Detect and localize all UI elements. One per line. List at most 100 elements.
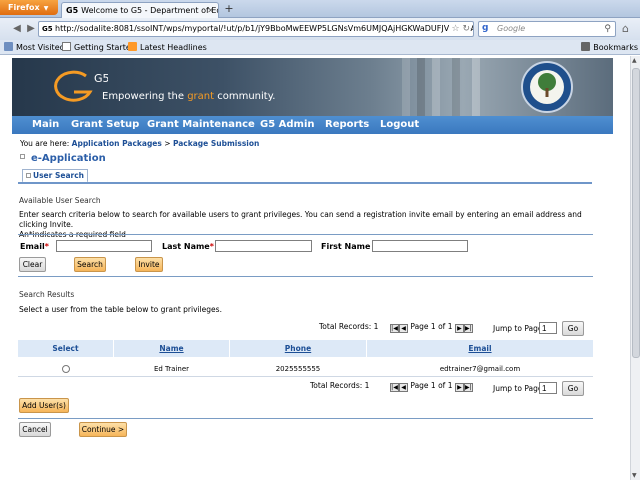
search-button[interactable]: Search — [74, 257, 106, 272]
department-seal-icon — [521, 61, 573, 113]
chevron-down-icon: ▼ — [43, 5, 49, 12]
menu-grant-setup[interactable]: Grant Setup — [71, 116, 139, 134]
cancel-button[interactable]: Cancel — [19, 422, 51, 437]
breadcrumb: You are here: Application Packages > Pac… — [20, 139, 260, 148]
url-bar[interactable]: G5 http://sodalite:8081/ssoINT/wps/mypor… — [38, 21, 474, 37]
divider — [18, 418, 593, 419]
pager: |◀ ◀ Page 1 of 1 ▶ ▶| — [390, 321, 473, 333]
scrollbar-thumb[interactable] — [632, 68, 640, 358]
clear-button[interactable]: Clear — [19, 257, 46, 272]
bookmarks-toolbar: Most Visited Getting Started Latest Head… — [0, 40, 640, 55]
search-placeholder: Google — [497, 24, 526, 33]
page-icon — [62, 42, 71, 51]
tagline: Empowering the grant community. — [102, 91, 276, 102]
last-name-label: Last Name* — [162, 242, 214, 251]
bookmarks-icon — [581, 42, 591, 51]
google-icon[interactable]: g — [482, 23, 493, 34]
pager-bottom: |◀ ◀ Page 1 of 1 ▶ ▶| — [390, 380, 473, 392]
last-page-icon[interactable]: ▶| — [463, 324, 473, 333]
tab-user-search[interactable]: User Search — [22, 169, 88, 183]
star-icon[interactable]: ☆ — [452, 24, 460, 34]
scroll-down-icon[interactable]: ▼ — [632, 472, 637, 479]
reload-icon[interactable]: ↻ — [462, 24, 470, 34]
jump-to-page-input[interactable] — [539, 322, 557, 334]
total-records-bottom: Total Records: 1 — [310, 381, 370, 390]
next-page-icon[interactable]: ▶ — [454, 324, 464, 333]
menu-grant-maintenance[interactable]: Grant Maintenance — [147, 116, 255, 134]
browser-nav-bar: ◀ ▶ G5 http://sodalite:8081/ssoINT/wps/m… — [0, 18, 640, 40]
first-name-label: First Name — [321, 242, 371, 251]
divider — [18, 234, 593, 235]
column-name[interactable]: Name — [114, 340, 229, 357]
svg-text:G5: G5 — [94, 72, 108, 85]
browser-tab-bar: Firefox ▼ G5 Welcome to G5 - Department of… — [0, 0, 640, 18]
column-phone[interactable]: Phone — [230, 340, 366, 357]
email-field[interactable] — [56, 240, 152, 252]
vertical-scrollbar[interactable]: ▲ ▼ — [630, 56, 640, 480]
jump-to-page-input-bottom[interactable] — [539, 382, 557, 394]
search-instructions: Enter search criteria below to search fo… — [19, 210, 582, 239]
email-label: Email* — [20, 242, 49, 251]
search-icon[interactable]: ⚲ — [604, 22, 611, 36]
page-title: e-Application — [20, 153, 106, 164]
first-name-field[interactable] — [372, 240, 468, 252]
add-users-button[interactable]: Add User(s) — [19, 398, 69, 413]
table-header: Select Name Phone Email — [18, 340, 593, 357]
page-viewport: G5 Empowering the grant community. Main … — [0, 56, 630, 480]
first-page-icon[interactable]: |◀ — [390, 324, 399, 333]
back-arrow-icon[interactable]: ◀ — [10, 21, 24, 37]
g5-logo: G5 — [54, 70, 108, 102]
bookmark-getting-started[interactable]: Getting Started — [62, 40, 136, 55]
firefox-menu-button[interactable]: Firefox ▼ — [0, 0, 58, 15]
total-records: Total Records: 1 — [319, 322, 379, 331]
row-divider — [18, 376, 593, 377]
firefox-menu-label: Firefox — [8, 3, 40, 12]
forward-arrow-icon[interactable]: ▶ — [24, 21, 38, 37]
last-page-icon[interactable]: ▶| — [463, 383, 473, 392]
go-button-bottom[interactable]: Go — [562, 381, 584, 396]
tab-divider — [18, 182, 592, 184]
site-identity-icon[interactable]: G5 — [42, 22, 53, 36]
menu-main[interactable]: Main — [32, 116, 59, 134]
previous-page-icon[interactable]: ◀ — [399, 324, 408, 333]
breadcrumb-application-packages[interactable]: Application Packages — [72, 139, 162, 148]
new-tab-icon[interactable]: + — [222, 3, 236, 16]
page-indicator: Page 1 of 1 — [410, 381, 453, 390]
home-icon[interactable]: ⌂ — [622, 22, 629, 35]
next-page-icon[interactable]: ▶ — [454, 383, 464, 392]
menu-g5-admin[interactable]: G5 Admin — [260, 116, 315, 134]
breadcrumb-package-submission[interactable]: Package Submission — [173, 139, 259, 148]
column-email[interactable]: Email — [367, 340, 593, 357]
page-indicator: Page 1 of 1 — [410, 322, 453, 331]
browser-tab-active[interactable]: G5Welcome to G5 - Department of Educati.… — [61, 2, 219, 18]
bookmark-latest-headlines[interactable]: Latest Headlines — [128, 40, 207, 55]
scroll-up-icon[interactable]: ▲ — [632, 57, 637, 64]
browser-search-input[interactable]: g Google ⚲ — [478, 21, 616, 37]
menu-reports[interactable]: Reports — [325, 116, 369, 134]
search-results-title: Search Results — [19, 290, 75, 299]
jump-to-page-label: Jump to Page — [493, 324, 543, 333]
menu-logout[interactable]: Logout — [380, 116, 419, 134]
main-menu: Main Grant Setup Grant Maintenance G5 Ad… — [12, 116, 613, 134]
go-button[interactable]: Go — [562, 321, 584, 336]
jump-to-page-label-bottom: Jump to Page — [493, 384, 543, 393]
tab-box-icon — [26, 173, 31, 178]
bookmark-most-visited[interactable]: Most Visited — [4, 40, 65, 55]
most-visited-icon — [4, 42, 13, 51]
available-user-search-title: Available User Search — [19, 196, 101, 205]
invite-button[interactable]: Invite — [135, 257, 163, 272]
last-name-field[interactable] — [215, 240, 312, 252]
continue-button[interactable]: Continue > — [79, 422, 127, 437]
header-banner: G5 Empowering the grant community. — [12, 58, 613, 116]
previous-page-icon[interactable]: ◀ — [399, 383, 408, 392]
select-user-radio[interactable] — [62, 365, 70, 373]
close-tab-icon[interactable]: ✕ — [207, 3, 214, 18]
first-page-icon[interactable]: |◀ — [390, 383, 399, 392]
tab-title: Welcome to G5 - Department of Educati... — [81, 6, 218, 15]
url-text: http://sodalite:8081/ssoINT/wps/myportal… — [55, 24, 474, 33]
column-select: Select — [52, 344, 79, 353]
collapse-icon[interactable] — [20, 154, 25, 159]
bookmarks-menu-button[interactable]: Bookmarks — [581, 40, 638, 55]
rss-feed-icon — [128, 42, 137, 51]
g5-favicon-icon: G5 — [66, 6, 79, 15]
